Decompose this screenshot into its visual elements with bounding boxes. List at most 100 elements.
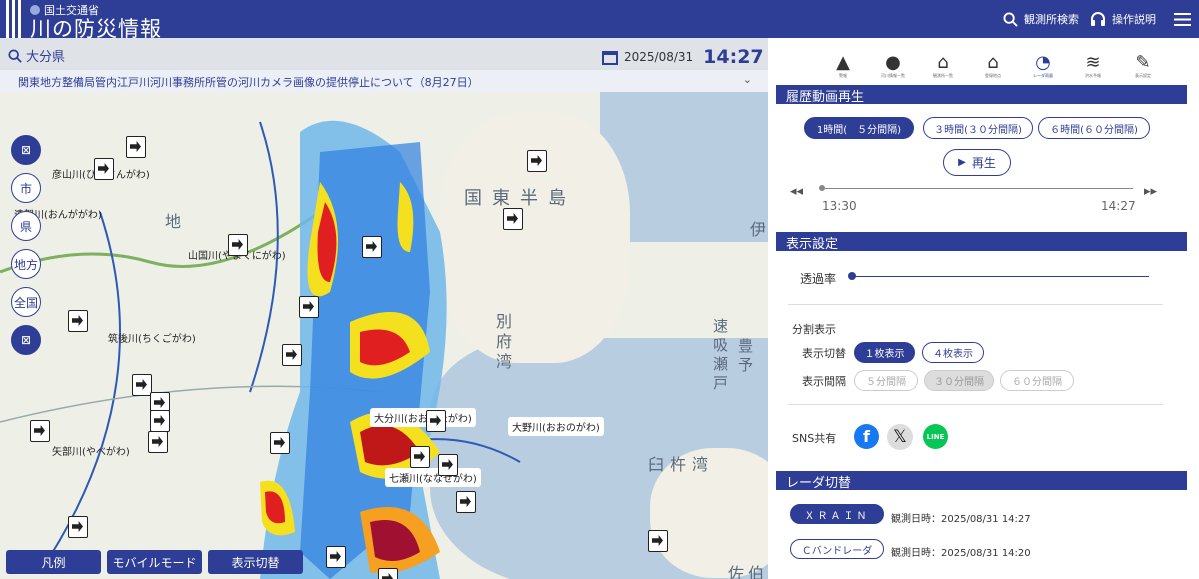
- display-switch-button[interactable]: 表示切替: [208, 550, 303, 574]
- play-icon: ▶: [958, 157, 966, 168]
- map-toolbar: 大分県 2025/08/31 14:27: [0, 38, 768, 70]
- scale-national-button[interactable]: 全国: [11, 287, 41, 317]
- place-label: 佐伯: [728, 564, 768, 579]
- interval-30m-button[interactable]: ３０分間隔: [924, 370, 994, 391]
- history-section-title: 履歴動画再生: [776, 85, 1187, 105]
- river-label: 筑後川(ちくごがわ): [108, 334, 196, 345]
- prefecture-search[interactable]: 大分県: [8, 46, 65, 65]
- headphones-icon: [1091, 12, 1105, 26]
- tab-warning[interactable]: ▲ 警報: [818, 52, 868, 79]
- scale-city-button[interactable]: 市: [11, 173, 41, 203]
- camera-icon[interactable]: [456, 491, 476, 513]
- radar-icon: ◔: [1035, 52, 1051, 73]
- help-button[interactable]: 操作説明: [1090, 11, 1156, 27]
- history-slider-track[interactable]: [821, 188, 1133, 189]
- app-header: 国土交通省 川の防災情報 観測所検索 操作説明: [0, 0, 1199, 41]
- tab-river-info[interactable]: ● 河川情報一覧: [868, 52, 918, 79]
- display-section-title: 表示設定: [776, 232, 1187, 252]
- sns-label: SNS共有: [792, 432, 837, 445]
- river-label: 大野川(おおのがわ): [508, 417, 604, 436]
- camera-icon[interactable]: [270, 432, 290, 454]
- forward-icon[interactable]: ▸▸: [1144, 184, 1157, 199]
- history-6h-button[interactable]: ６時間(６０分間隔): [1038, 117, 1150, 139]
- station-search-button[interactable]: 観測所検索: [1003, 11, 1079, 27]
- warning-icon: ▲: [836, 52, 850, 73]
- place-label: 速吸瀬戸: [711, 318, 729, 394]
- tab-registered[interactable]: ⌂ 登録地点: [968, 52, 1018, 79]
- x-icon[interactable]: 𝕏: [887, 424, 913, 450]
- place-label: 伊: [750, 216, 768, 240]
- history-1h-button[interactable]: 1時間( ５分間隔): [804, 117, 914, 139]
- legend-button[interactable]: 凡例: [6, 550, 101, 574]
- slider-start-time: 13:30: [822, 199, 857, 213]
- history-slider-handle[interactable]: [819, 185, 825, 191]
- datetime-display: 2025/08/31 14:27: [602, 46, 768, 68]
- quad-view-button[interactable]: ４枚表示: [922, 342, 984, 363]
- camera-icon[interactable]: [378, 568, 398, 579]
- wrench-icon: ✎: [1135, 52, 1151, 73]
- river-label: 大分川(おおいたがわ): [370, 408, 476, 427]
- single-view-button[interactable]: １枚表示: [854, 342, 915, 363]
- menu-button[interactable]: [1174, 13, 1191, 26]
- tab-radar[interactable]: ◔ レーダ雨量: [1018, 52, 1068, 79]
- xrain-button[interactable]: ＸＲＡＩＮ: [790, 504, 884, 524]
- wave-icon: ≋: [1085, 52, 1101, 73]
- camera-icon[interactable]: [126, 136, 146, 158]
- alert-icon: ●: [885, 52, 901, 73]
- search-icon: [8, 48, 22, 63]
- notice-banner[interactable]: 関東地方整備局管内江戸川河川事務所所管の河川カメラ画像の提供停止について（8月2…: [0, 70, 768, 92]
- history-3h-button[interactable]: ３時間(３０分間隔): [923, 117, 1033, 139]
- scale-prefecture-button[interactable]: 県: [11, 211, 41, 241]
- place-label: 地: [165, 212, 192, 231]
- facebook-icon[interactable]: f: [854, 424, 879, 449]
- tab-settings[interactable]: ✎ 表示設定: [1118, 52, 1168, 79]
- interval-60m-button[interactable]: ６０分間隔: [1000, 370, 1074, 391]
- opacity-slider-handle[interactable]: [848, 272, 856, 280]
- camera-icon[interactable]: [228, 234, 248, 256]
- camera-icon[interactable]: [326, 546, 346, 568]
- divider: [788, 304, 1163, 305]
- camera-icon[interactable]: [648, 530, 668, 552]
- camera-icon[interactable]: [68, 516, 88, 538]
- slider-end-time: 14:27: [1101, 199, 1136, 213]
- opacity-label: 透過率: [800, 272, 837, 286]
- camera-icon[interactable]: [30, 420, 50, 442]
- radar-section-title: レーダ切替: [776, 471, 1187, 491]
- mobile-mode-button[interactable]: モバイルモード: [107, 550, 202, 574]
- scale-buttons: ⊠ 市 県 地方 全国 ⊠: [11, 135, 41, 355]
- rewind-icon[interactable]: ◂◂: [790, 184, 803, 199]
- camera-icon[interactable]: [68, 310, 88, 332]
- opacity-slider-track[interactable]: [852, 276, 1149, 277]
- cband-button[interactable]: Ｃバンドレーダ: [790, 539, 884, 559]
- camera-icon[interactable]: [362, 236, 382, 258]
- interval-5m-button[interactable]: ５分間隔: [854, 370, 918, 391]
- map-area[interactable]: 大分県 2025/08/31 14:27 関東地方整備局管内江戸川河川事務所所管…: [0, 38, 768, 579]
- search-icon: [1003, 11, 1018, 27]
- place-label: 国東半島: [464, 188, 576, 209]
- scale-region-button[interactable]: 地方: [11, 249, 41, 279]
- line-icon[interactable]: LINE: [923, 424, 948, 449]
- play-button[interactable]: ▶ 再生: [943, 149, 1011, 176]
- tab-flood[interactable]: ≋ 洪水予報: [1068, 52, 1118, 79]
- camera-icon[interactable]: [150, 410, 170, 432]
- tab-station-list[interactable]: ⌂ 観測所一覧: [918, 52, 968, 79]
- calendar-icon[interactable]: [602, 49, 618, 65]
- close-scale-icon[interactable]: ⊠: [11, 325, 41, 355]
- camera-icon[interactable]: [94, 158, 114, 180]
- divider: [788, 404, 1163, 405]
- camera-icon[interactable]: [132, 374, 152, 396]
- camera-icon[interactable]: [299, 296, 319, 318]
- camera-icon[interactable]: [148, 431, 168, 453]
- camera-icon[interactable]: [527, 150, 547, 172]
- place-label: 別府湾: [493, 313, 512, 373]
- camera-icon[interactable]: [503, 208, 523, 230]
- river-label: 矢部川(やべがわ): [52, 447, 130, 458]
- camera-icon[interactable]: [426, 410, 446, 432]
- camera-icon[interactable]: [282, 344, 302, 366]
- camera-icon[interactable]: [410, 446, 430, 468]
- camera-icon[interactable]: [438, 454, 458, 476]
- side-panel: ▲ 警報 ● 河川情報一覧 ⌂ 観測所一覧 ⌂ 登録地点 ◔ レーダ雨量 ≋ 洪水予報 ✎ 表…: [768, 38, 1199, 579]
- map-bottom-buttons: 凡例 モバイルモード 表示切替: [6, 550, 303, 574]
- close-scale-icon[interactable]: ⊠: [11, 135, 41, 165]
- chevron-down-icon[interactable]: ⌄: [743, 73, 752, 86]
